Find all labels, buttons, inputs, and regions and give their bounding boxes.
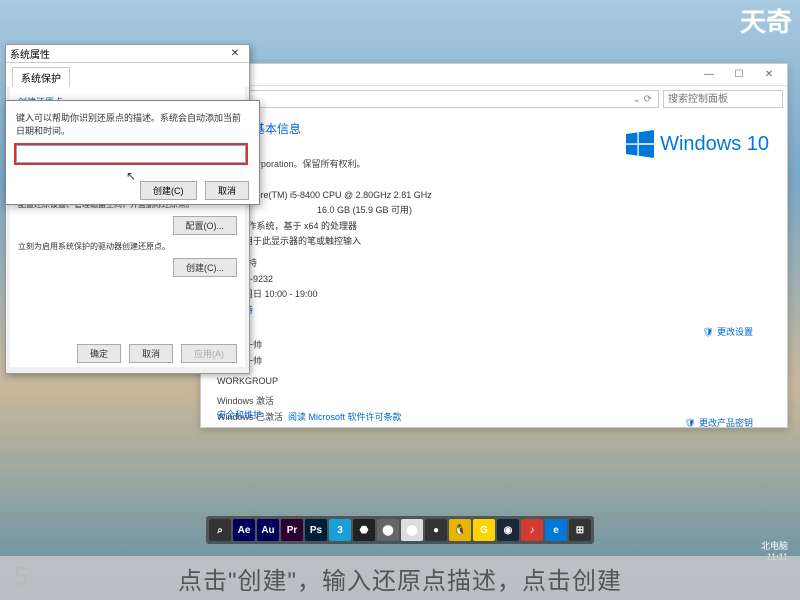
taskbar-app-icon[interactable]: ⬤ <box>377 519 399 541</box>
taskbar-app-icon[interactable]: ♪ <box>521 519 543 541</box>
search-input[interactable] <box>663 90 783 108</box>
taskbar-app-icon[interactable]: 🐧 <box>449 519 471 541</box>
restore-point-description-input[interactable] <box>16 145 246 163</box>
support-label: book 支持 <box>217 256 771 270</box>
modal-create-button[interactable]: 创建(C) <box>140 181 197 200</box>
taskbar: ⌕AeAuPrPs3⬣⬤⬤●🐧G◉♪e⊞ <box>206 516 594 544</box>
taskbar-app-icon[interactable]: ⬤ <box>401 519 423 541</box>
configure-button[interactable]: 配置(O)... <box>173 216 238 235</box>
window-titlebar: — ☐ ✕ <box>201 64 787 86</box>
create-button[interactable]: 创建(C)... <box>173 258 237 277</box>
system-properties-dialog: 系统属性 ✕ 系统保护 创建还原点 键入可以帮助你识别还原点的描述。系统会自动添… <box>5 44 250 374</box>
close-button[interactable]: ✕ <box>755 66 783 84</box>
workgroup-section-label: 工作组: <box>217 323 771 337</box>
ok-button[interactable]: 确定 <box>77 344 121 363</box>
taskbar-app-icon[interactable]: Ps <box>305 519 327 541</box>
taskbar-app-icon[interactable]: e <box>545 519 567 541</box>
tab-system-protection[interactable]: 系统保护 <box>12 67 70 87</box>
address-bar: 系统⌄ ⟳ <box>201 86 787 112</box>
tray-label: 北电脑 <box>761 539 788 552</box>
minimize-button[interactable]: — <box>695 66 723 84</box>
taskbar-app-icon[interactable]: Au <box>257 519 279 541</box>
change-key-link[interactable]: 🛡更改产品密钥 <box>685 416 753 427</box>
taskbar-app-icon[interactable]: ⌕ <box>209 519 231 541</box>
windows10-logo: Windows 10 <box>626 130 769 158</box>
ram-value: 16.0 GB (15.9 GB 可用) <box>317 203 412 217</box>
modal-instruction: 键入可以帮助你识别还原点的描述。系统会自动添加当前日期和时间。 <box>16 111 249 137</box>
product-id: 产品 ID: 00328-90000-00000-AAOEM <box>217 425 368 427</box>
change-settings-link[interactable]: 🛡更改设置 <box>703 325 753 339</box>
dialog-title: 系统属性 <box>10 46 50 61</box>
taskbar-app-icon[interactable]: ⊞ <box>569 519 591 541</box>
tutorial-caption: 点击"创建"，输入还原点描述，点击创建 <box>0 556 800 600</box>
control-panel-window: — ☐ ✕ 系统⌄ ⟳ 算机的基本信息 Windows 10 企业版 croso… <box>200 63 788 428</box>
taskbar-app-icon[interactable]: G <box>473 519 495 541</box>
taskbar-app-icon[interactable]: Pr <box>281 519 303 541</box>
taskbar-app-icon[interactable]: ◉ <box>497 519 519 541</box>
close-icon[interactable]: ✕ <box>225 48 245 59</box>
maximize-button[interactable]: ☐ <box>725 66 753 84</box>
create-restore-point-modal: 键入可以帮助你识别还原点的描述。系统会自动添加当前日期和时间。 ↖ 创建(C) … <box>5 100 260 205</box>
activation-heading: Windows 激活 <box>217 394 771 408</box>
copyright: crosoft Corporation。保留所有权利。 <box>217 157 771 171</box>
taskbar-app-icon[interactable]: 3 <box>329 519 351 541</box>
chevron-down-icon[interactable]: ⌄ ⟳ <box>632 94 652 105</box>
watermark: 天奇 <box>740 2 792 39</box>
taskbar-app-icon[interactable]: ● <box>425 519 447 541</box>
cursor-icon: ↖ <box>126 169 136 183</box>
sidebar-security-link[interactable]: 安全和维护 <box>217 408 262 421</box>
create-text: 立刻为启用系统保护的驱动器创建还原点。 <box>18 241 237 252</box>
apply-button[interactable]: 应用(A) <box>181 344 237 363</box>
taskbar-app-icon[interactable]: Ae <box>233 519 255 541</box>
taskbar-app-icon[interactable]: ⬣ <box>353 519 375 541</box>
read-terms-link[interactable]: 阅读 Microsoft 软件许可条款 <box>288 410 402 424</box>
modal-cancel-button[interactable]: 取消 <box>205 181 249 200</box>
breadcrumb[interactable]: 系统⌄ ⟳ <box>205 90 659 108</box>
workgroup-value: WORKGROUP <box>217 374 278 388</box>
cancel-button[interactable]: 取消 <box>129 344 173 363</box>
